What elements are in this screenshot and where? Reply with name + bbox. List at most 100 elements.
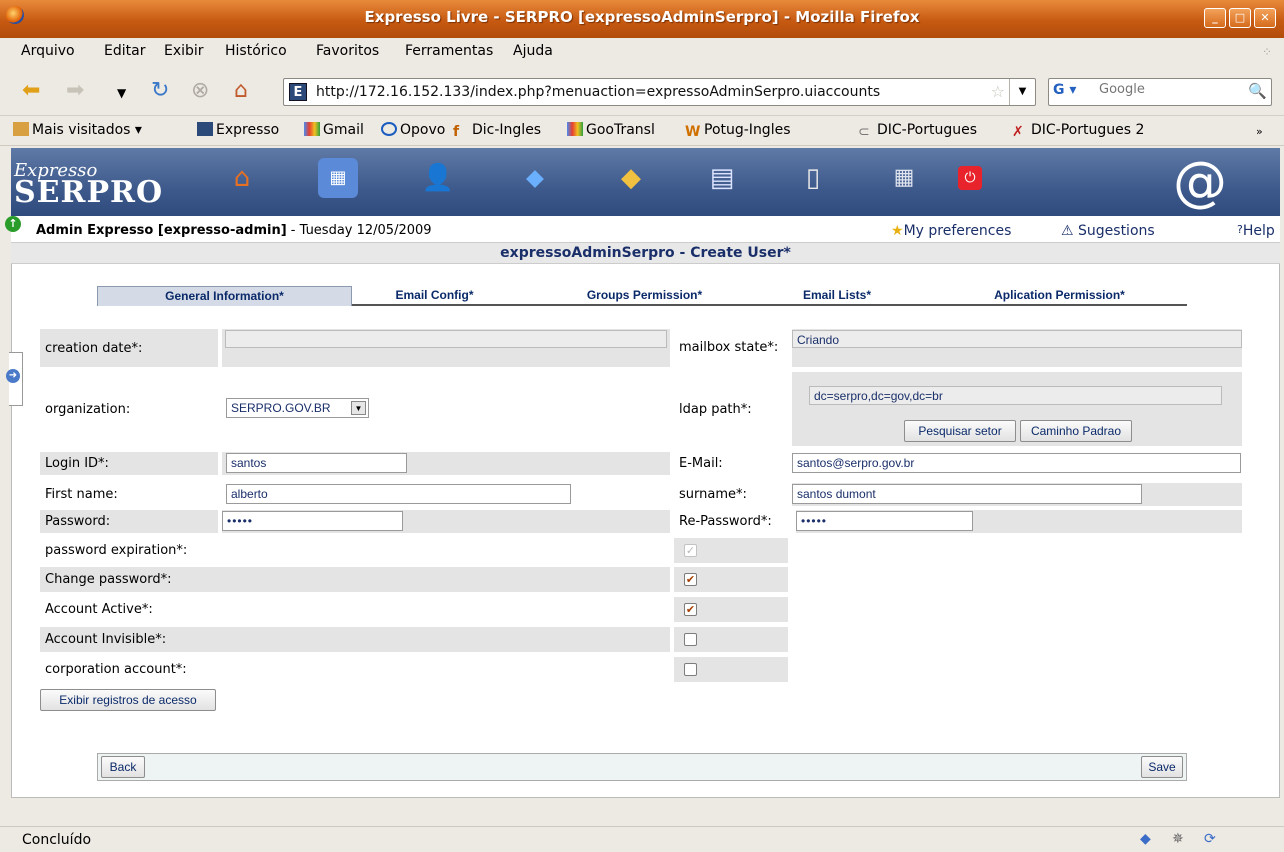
workflow-app-icon[interactable]: ⬥: [515, 158, 555, 198]
search-engine-icon[interactable]: G ▾: [1053, 82, 1095, 102]
mascot-logo: @: [1173, 150, 1227, 213]
mailbox-state-field[interactable]: Criando: [792, 330, 1242, 348]
surname-cell: santos dumont: [792, 483, 1242, 506]
bookmark-star-icon[interactable]: ☆: [991, 82, 1005, 101]
bookmark-gmail[interactable]: Gmail: [304, 122, 364, 138]
page-title: expressoAdminSerpro - Create User*: [500, 245, 791, 261]
search-sector-button[interactable]: Pesquisar setor: [904, 420, 1016, 442]
surname-input[interactable]: santos dumont: [792, 484, 1142, 504]
forward-arrow-icon[interactable]: ➡: [66, 78, 84, 104]
email-input[interactable]: santos@serpro.gov.br: [792, 453, 1241, 473]
sync-icon: ⟳: [1204, 831, 1216, 847]
creation-date-field[interactable]: [225, 330, 667, 348]
login-id-label: Login ID*:: [40, 452, 218, 475]
tab-general-information[interactable]: General Information*: [97, 286, 352, 306]
bookmarks-overflow-icon[interactable]: »: [1256, 125, 1263, 138]
password-input[interactable]: •••••: [222, 511, 403, 531]
preferences-link[interactable]: ★My preferences: [891, 223, 1011, 239]
close-button[interactable]: ✕: [1254, 8, 1276, 28]
search-magnifier-icon[interactable]: 🔍: [1248, 82, 1267, 100]
back-button[interactable]: Back: [101, 756, 145, 778]
url-dropdown-icon[interactable]: ▼: [1009, 79, 1035, 105]
tab-groups-permission[interactable]: Groups Permission*: [517, 286, 772, 306]
login-id-input[interactable]: santos: [226, 453, 407, 473]
search-bar[interactable]: G ▾ 🔍: [1048, 78, 1272, 106]
access-log-button[interactable]: Exibir registros de acesso: [40, 689, 216, 711]
url-text[interactable]: http://172.16.152.133/index.php?menuacti…: [316, 84, 880, 100]
account-invisible-checkbox[interactable]: [684, 633, 697, 646]
status-text: Concluído: [22, 832, 92, 848]
tab-email-config[interactable]: Email Config*: [352, 286, 517, 306]
stop-icon[interactable]: ⊗: [191, 78, 209, 104]
tab-aplication-permission[interactable]: Aplication Permission*: [932, 286, 1187, 306]
menu-historico[interactable]: Histórico: [225, 43, 287, 59]
calendar-2-app-icon[interactable]: ▤: [702, 158, 742, 198]
calendar-app-icon[interactable]: ▦: [318, 158, 358, 198]
wr-icon: W: [685, 124, 701, 140]
password-cell: •••••: [222, 510, 670, 533]
corporation-account-checkbox[interactable]: [684, 663, 697, 676]
bookmark-gootransl[interactable]: GooTransl: [567, 122, 655, 138]
bookmark-dic-portugues[interactable]: ⊂ DIC-Portugues: [858, 122, 977, 140]
re-password-input[interactable]: •••••: [796, 511, 973, 531]
surname-label: surname*:: [674, 483, 788, 506]
bookmark-dic-ingles[interactable]: f Dic-Ingles: [453, 122, 541, 140]
default-path-button[interactable]: Caminho Padrao: [1020, 420, 1132, 442]
search-input[interactable]: [1099, 82, 1239, 97]
menu-editar[interactable]: Editar: [104, 43, 145, 59]
gmail-icon: [304, 122, 320, 136]
account-active-checkbox[interactable]: ✔: [684, 603, 697, 616]
first-name-cell: alberto: [222, 483, 670, 506]
ldap-path-field[interactable]: dc=serpro,dc=gov,dc=br: [809, 386, 1222, 405]
back-arrow-icon[interactable]: ⬅: [22, 78, 40, 104]
menu-arquivo[interactable]: Arquivo: [21, 43, 75, 59]
menu-ajuda[interactable]: Ajuda: [513, 43, 553, 59]
mailbox-state-cell: Criando: [792, 329, 1242, 367]
maximize-button[interactable]: □: [1229, 8, 1251, 28]
bookmark-opovo[interactable]: Opovo: [381, 122, 445, 138]
user-app-icon[interactable]: 👤: [418, 158, 458, 198]
form-action-bar: Back Save: [97, 753, 1187, 781]
menu-exibir[interactable]: Exibir: [164, 43, 204, 59]
home-app-icon[interactable]: ⌂: [222, 158, 262, 198]
menu-bar: Arquivo Editar Exibir Histórico Favorito…: [0, 38, 1284, 66]
save-button[interactable]: Save: [1141, 756, 1183, 778]
re-password-cell: •••••: [796, 510, 1242, 533]
menu-favoritos[interactable]: Favoritos: [316, 43, 379, 59]
history-dropdown-icon[interactable]: ▼: [117, 80, 126, 106]
home-icon[interactable]: ⌂: [234, 78, 248, 104]
change-password-checkbox[interactable]: ✔: [684, 573, 697, 586]
up-arrow-icon[interactable]: ↑: [5, 216, 21, 232]
bookmark-mais-visitados[interactable]: Mais visitados ▾: [13, 122, 142, 138]
bookmark-potug-ingles[interactable]: W Potug-Ingles: [685, 122, 791, 140]
ldap-path-cell: dc=serpro,dc=gov,dc=br Pesquisar setor C…: [792, 372, 1242, 446]
network-icon: ◆: [1140, 831, 1151, 847]
side-panel-toggle[interactable]: ➜: [6, 352, 23, 406]
url-bar[interactable]: E http://172.16.152.133/index.php?menuac…: [283, 78, 1036, 106]
password-label: Password:: [40, 510, 218, 533]
admin-app-icon[interactable]: ▯: [793, 158, 833, 198]
bookmarks-toolbar: Mais visitados ▾ Expresso Gmail Opovo fD…: [0, 116, 1284, 146]
suggestions-link[interactable]: ⚠ Sugestions: [1061, 223, 1155, 239]
menu-ferramentas[interactable]: Ferramentas: [405, 43, 493, 59]
files-app-icon[interactable]: ◆: [611, 158, 651, 198]
password-expiration-checkbox[interactable]: ✓: [684, 544, 697, 557]
account-invisible-cell: [674, 627, 788, 652]
news-app-icon[interactable]: ▦: [884, 158, 924, 198]
logout-icon[interactable]: ⏻: [958, 166, 982, 190]
tab-email-lists[interactable]: Email Lists*: [742, 286, 932, 306]
bookmark-expresso[interactable]: Expresso: [197, 122, 279, 138]
help-link[interactable]: ?Help: [1237, 223, 1275, 239]
bookmark-dic-portugues-2[interactable]: ✗ DIC-Portugues 2: [1012, 122, 1144, 140]
account-active-label: Account Active*:: [40, 597, 670, 622]
star-icon: ★: [891, 223, 904, 239]
mailbox-state-label: mailbox state*:: [674, 329, 788, 367]
warning-icon: ⚠: [1061, 223, 1074, 239]
first-name-input[interactable]: alberto: [226, 484, 571, 504]
organization-select[interactable]: SERPRO.GOV.BR ▼: [226, 398, 369, 418]
expresso-icon: [197, 122, 213, 136]
arrow-right-icon: ➜: [6, 369, 20, 383]
ldap-path-label: ldap path*:: [674, 372, 788, 446]
minimize-button[interactable]: _: [1204, 8, 1226, 28]
reload-icon[interactable]: ↻: [151, 78, 169, 104]
